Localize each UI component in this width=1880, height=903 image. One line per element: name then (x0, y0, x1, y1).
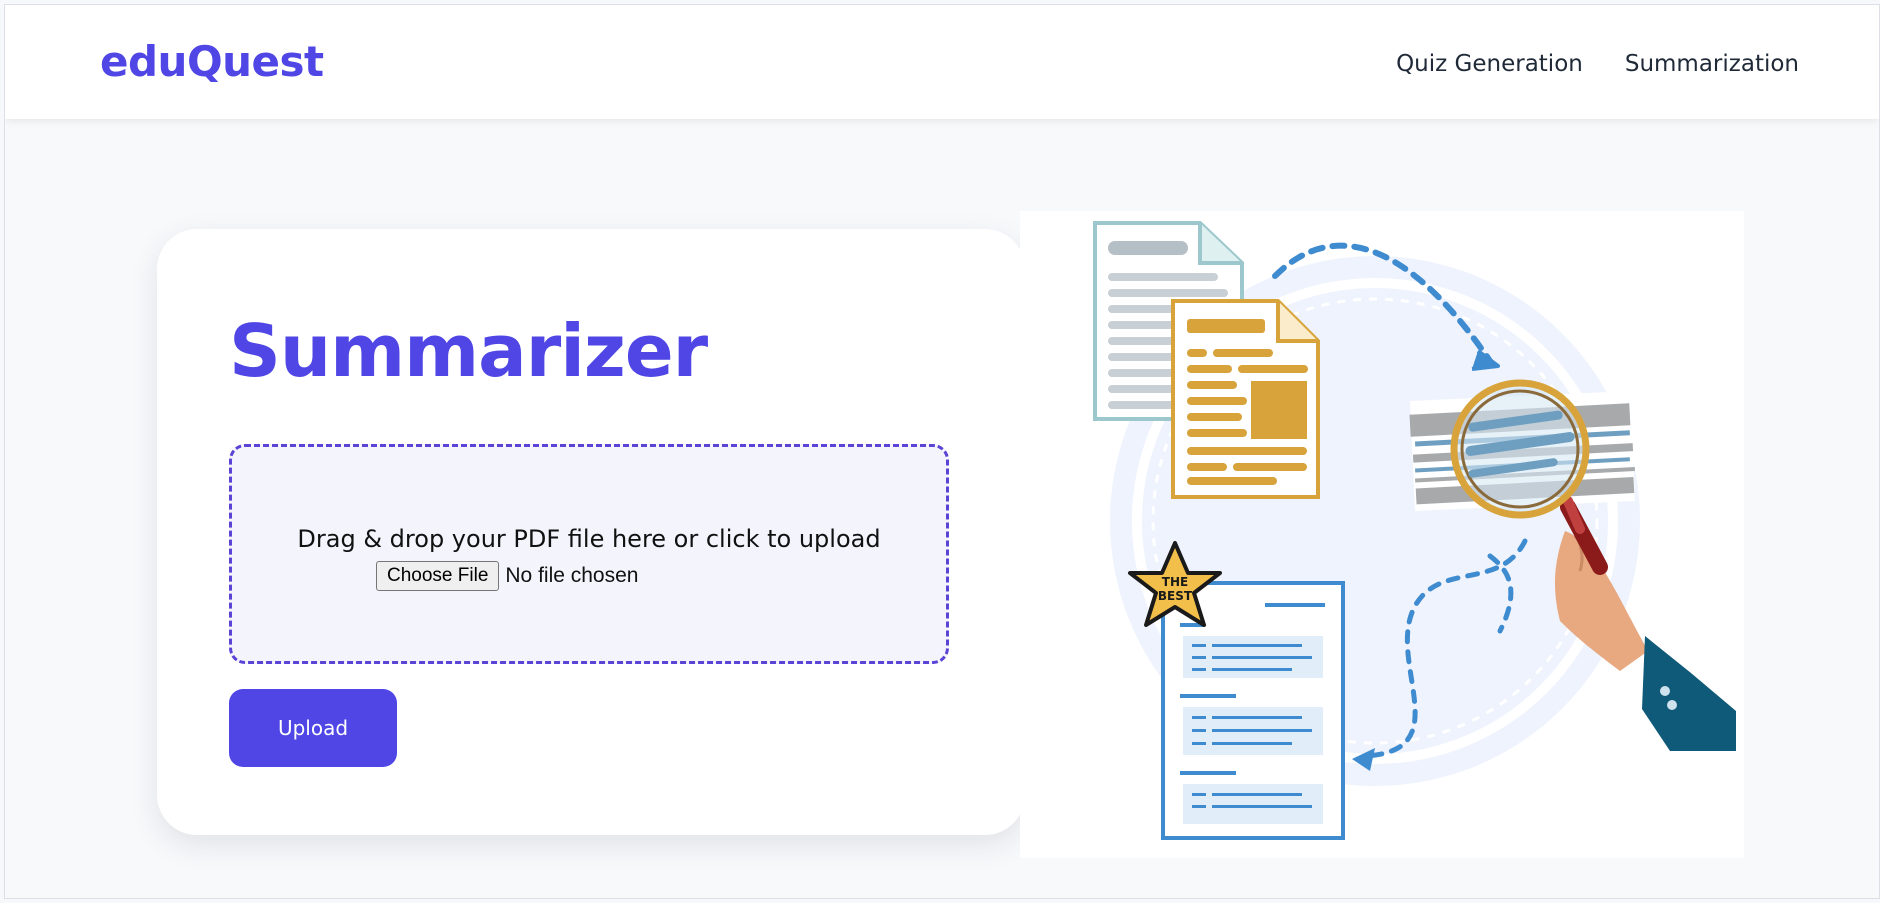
pdf-dropzone[interactable]: Drag & drop your PDF file here or click … (229, 444, 949, 664)
brand-logo[interactable]: eduQuest (100, 37, 324, 86)
badge-text-line2: BEST (1158, 589, 1193, 603)
nav-link-summarization[interactable]: Summarization (1625, 51, 1799, 77)
choose-file-button[interactable]: Choose File (376, 561, 500, 591)
badge-text-line1: THE (1162, 575, 1188, 589)
page-title: Summarizer (229, 309, 708, 393)
nav-link-quiz-generation[interactable]: Quiz Generation (1396, 51, 1583, 77)
nav-links: Quiz Generation Summarization (1396, 51, 1799, 77)
hand-icon (1555, 531, 1736, 751)
file-status: No file chosen (505, 564, 639, 587)
hero-illustration: THE BEST (1020, 211, 1744, 858)
document-icon (1161, 581, 1345, 840)
upload-button[interactable]: Upload (229, 689, 397, 767)
document-icon (1171, 299, 1320, 499)
file-input[interactable]: Choose File No file chosen (376, 561, 638, 591)
browser-viewport: eduQuest Quiz Generation Summarization S… (4, 4, 1880, 899)
summarizer-card: Summarizer Drag & drop your PDF file her… (157, 229, 1025, 835)
navbar: eduQuest Quiz Generation Summarization (5, 5, 1879, 119)
dropzone-instructions: Drag & drop your PDF file here or click … (297, 525, 881, 553)
